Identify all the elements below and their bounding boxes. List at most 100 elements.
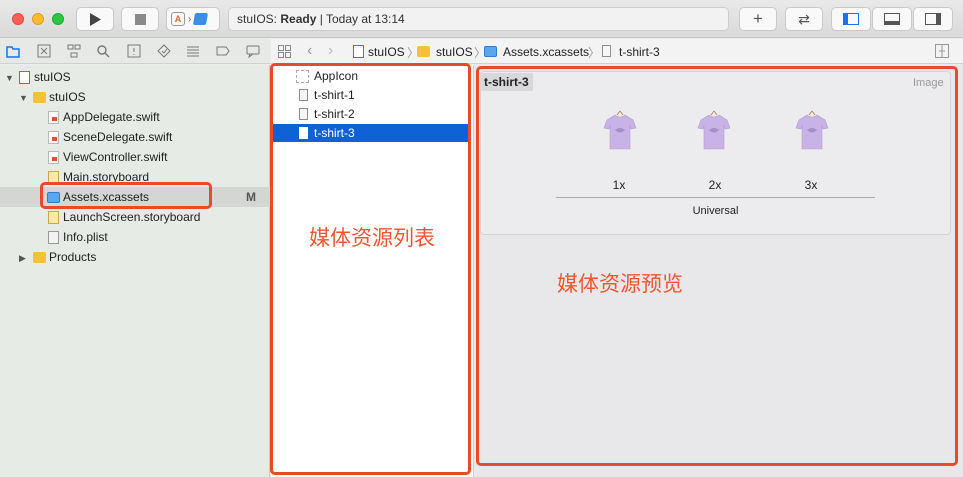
nav-item-label: stuIOS (34, 70, 71, 84)
window-toolbar: A › stuIOS: Ready | Today at 13:14 + ⇄ (0, 0, 963, 38)
nav-item-file[interactable]: Main.storyboard (0, 167, 270, 187)
swift-file-icon (48, 151, 59, 164)
code-review-button[interactable]: ⇄ (785, 7, 823, 31)
test-navigator-icon[interactable] (157, 44, 171, 58)
annotation-asset-preview: 媒体资源预览 (557, 273, 683, 296)
tshirt-1x-image[interactable] (603, 110, 637, 150)
project-navigator-icon[interactable] (6, 44, 20, 58)
asset-item[interactable]: t-shirt-1 (271, 86, 469, 104)
slot-label-2x: 2x (708, 178, 722, 192)
issue-navigator-icon[interactable] (127, 44, 141, 58)
left-panel-icon (843, 13, 859, 25)
asset-item[interactable]: AppIcon (271, 67, 469, 85)
nav-item-project[interactable]: ▼ stuIOS (0, 67, 270, 87)
nav-item-group[interactable]: ▶ Products (0, 247, 270, 267)
image-set-kind: Image (913, 77, 944, 89)
disclosure-open-icon[interactable]: ▼ (5, 68, 14, 88)
xcode-project-icon (353, 45, 364, 58)
folder-icon (417, 46, 430, 57)
activity-status: stuIOS: Ready | Today at 13:14 (228, 7, 729, 31)
slot-group-divider (556, 197, 875, 198)
run-button[interactable] (76, 7, 114, 31)
toggle-inspector-button[interactable] (913, 7, 953, 31)
annotation-asset-list: 媒体资源列表 (309, 227, 435, 250)
breadcrumb-asset-catalog[interactable]: Assets.xcassets (503, 45, 589, 59)
breadcrumb-image-set[interactable]: t-shirt-3 (619, 45, 660, 59)
storyboard-file-icon (48, 211, 59, 224)
disclosure-closed-icon[interactable]: ▶ (19, 248, 26, 268)
plist-file-icon (48, 231, 59, 244)
nav-item-file[interactable]: LaunchScreen.storyboard (0, 207, 270, 227)
folder-icon (33, 92, 46, 103)
bottom-panel-icon (884, 13, 900, 25)
nav-item-file[interactable]: ViewController.swift (0, 147, 270, 167)
nav-item-file[interactable]: Info.plist (0, 227, 270, 247)
minimize-window-button[interactable] (32, 13, 44, 25)
add-editor-icon[interactable] (935, 44, 949, 58)
slot-label-1x: 1x (612, 178, 626, 192)
stop-icon (134, 13, 146, 25)
asset-catalog-icon (484, 46, 497, 57)
image-set-title: t-shirt-3 (480, 73, 533, 91)
swift-file-icon (48, 111, 59, 124)
nav-item-file-selected[interactable]: Assets.xcassets M (0, 187, 270, 207)
app-icon-placeholder-icon (296, 70, 309, 83)
library-button[interactable]: + (739, 7, 777, 31)
nav-item-label: Assets.xcassets (63, 190, 150, 204)
folder-icon (33, 252, 46, 263)
slot-group-label: Universal (692, 205, 739, 217)
nav-item-label: ViewController.swift (63, 150, 168, 164)
search-icon[interactable] (96, 44, 110, 58)
symbol-navigator-icon[interactable] (67, 44, 81, 58)
asset-list: AppIcon t-shirt-1 t-shirt-2 t-shirt-3 (271, 65, 474, 477)
status-time: | Today at 13:14 (319, 12, 405, 26)
right-panel-icon (925, 13, 941, 25)
breadcrumb-separator-icon: 〉 (588, 46, 601, 60)
asset-item-label: AppIcon (314, 69, 359, 83)
breadcrumb-project[interactable]: stuIOS (368, 45, 405, 59)
status-state: Ready (280, 12, 317, 26)
swift-file-icon (48, 131, 59, 144)
nav-item-file[interactable]: SceneDelegate.swift (0, 127, 270, 147)
scheme-app-icon: A (171, 12, 185, 26)
nav-item-label: Info.plist (63, 230, 108, 244)
image-set-icon (299, 89, 308, 101)
report-navigator-icon[interactable] (246, 44, 260, 58)
swap-arrows-icon: ⇄ (798, 10, 810, 27)
status-app-name: stuIOS: (237, 12, 281, 26)
breakpoint-navigator-icon[interactable] (216, 44, 230, 58)
asset-item[interactable]: t-shirt-2 (271, 105, 469, 123)
jump-bar: ‹ › stuIOS 〉 stuIOS 〉 Assets.xcassets 〉 … (271, 39, 963, 64)
tshirt-2x-image[interactable] (697, 110, 731, 150)
modified-badge: M (246, 190, 256, 204)
zoom-window-button[interactable] (52, 13, 64, 25)
debug-navigator-icon[interactable] (186, 44, 200, 58)
source-control-icon[interactable] (37, 44, 51, 58)
image-set-icon (299, 108, 308, 120)
forward-arrow-icon[interactable]: › (328, 42, 333, 60)
storyboard-file-icon (48, 171, 59, 184)
nav-item-file[interactable]: AppDelegate.swift (0, 107, 270, 127)
scheme-selector[interactable]: A › (166, 7, 220, 31)
related-items-icon[interactable] (278, 45, 291, 58)
image-set-icon (602, 45, 611, 57)
xcode-project-icon (19, 71, 30, 84)
nav-item-group[interactable]: ▼ stuIOS (0, 87, 270, 107)
toggle-debug-area-button[interactable] (872, 7, 912, 31)
slot-label-3x: 3x (804, 178, 818, 192)
toggle-navigator-button[interactable] (831, 7, 871, 31)
nav-item-label: AppDelegate.swift (63, 110, 160, 124)
nav-item-label: LaunchScreen.storyboard (63, 210, 201, 224)
disclosure-open-icon[interactable]: ▼ (19, 88, 28, 108)
tshirt-3x-image[interactable] (795, 110, 829, 150)
device-icon (193, 13, 209, 25)
play-icon (90, 12, 101, 26)
stop-button[interactable] (121, 7, 159, 31)
nav-item-label: SceneDelegate.swift (63, 130, 173, 144)
close-window-button[interactable] (12, 13, 24, 25)
back-arrow-icon[interactable]: ‹ (307, 42, 312, 60)
plus-icon: + (753, 9, 763, 28)
asset-item-label: t-shirt-3 (314, 126, 355, 140)
asset-item-selected[interactable]: t-shirt-3 (271, 124, 469, 142)
breadcrumb-group[interactable]: stuIOS (436, 45, 473, 59)
